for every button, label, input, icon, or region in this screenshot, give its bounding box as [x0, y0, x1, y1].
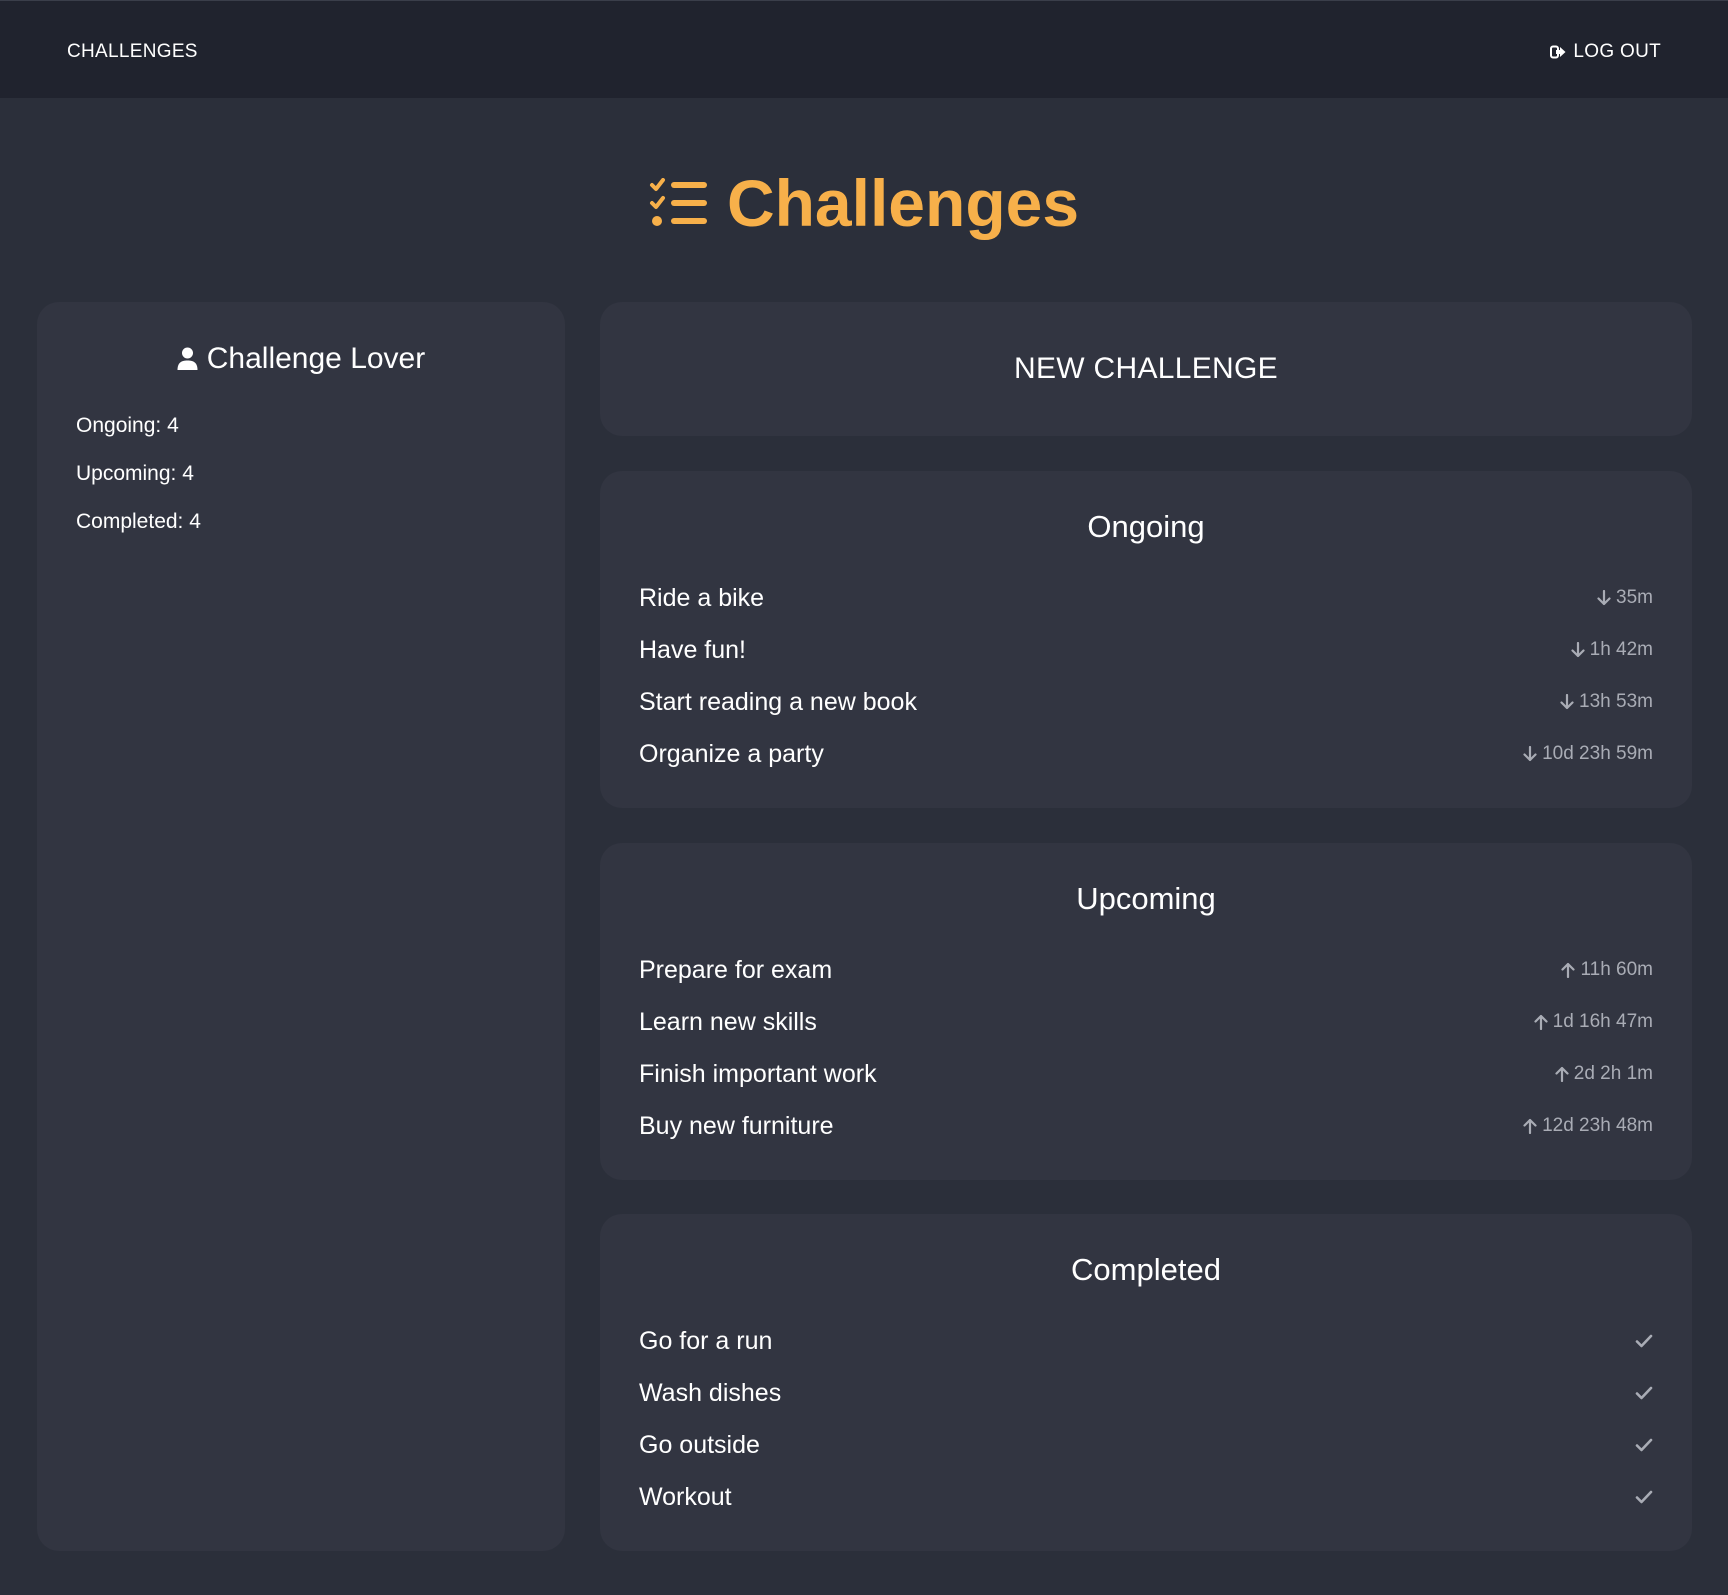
item-time-text: 13h 53m — [1579, 691, 1653, 712]
list-item[interactable]: Go for a run — [639, 1321, 1653, 1361]
item-time-text: 11h 60m — [1580, 959, 1653, 980]
page-title-text: Challenges — [726, 166, 1080, 240]
item-time: 1d 16h 47m — [1534, 1011, 1653, 1033]
item-time-text: 1d 16h 47m — [1552, 1011, 1653, 1032]
list-item[interactable]: Ride a bike 35m — [639, 578, 1653, 618]
arrow-up-icon — [1561, 962, 1576, 978]
item-label: Have fun! — [639, 635, 747, 664]
item-time-text: 35m — [1616, 587, 1653, 608]
arrow-down-icon — [1571, 642, 1585, 658]
new-challenge-button[interactable]: NEW CHALLENGE — [600, 302, 1692, 436]
completed-card: Completed Go for a run Wash dishes Go ou… — [600, 1214, 1692, 1551]
item-time: 12d 23h 48m — [1523, 1115, 1653, 1137]
list-item[interactable]: Organize a party 10d 23h 59m — [639, 734, 1653, 774]
profile-card: Challenge Lover Ongoing: 4 Upcoming: 4 C… — [37, 302, 565, 1551]
item-time-text: 10d 23h 59m — [1542, 743, 1653, 764]
item-time: 35m — [1597, 587, 1653, 609]
arrow-down-icon — [1523, 746, 1537, 762]
list-item[interactable]: Go outside — [639, 1425, 1653, 1465]
sign-out-icon — [1550, 45, 1566, 59]
item-label: Learn new skills — [639, 1007, 817, 1036]
item-time-text: 2d 2h 1m — [1573, 1063, 1653, 1084]
stat-ongoing: Ongoing: 4 — [76, 414, 179, 437]
stat-upcoming: Upcoming: 4 — [76, 462, 194, 485]
item-label: Buy new furniture — [639, 1111, 834, 1140]
logout-button[interactable]: LOG OUT — [1550, 41, 1661, 63]
page-title: Challenges — [0, 165, 1728, 241]
item-label: Ride a bike — [639, 583, 765, 612]
nav-brand-link[interactable]: CHALLENGES — [67, 41, 198, 63]
item-time-text: 12d 23h 48m — [1542, 1115, 1653, 1136]
item-label: Finish important work — [639, 1059, 877, 1088]
arrow-up-icon — [1555, 1066, 1569, 1082]
item-label: Prepare for exam — [639, 955, 833, 984]
item-label: Go outside — [639, 1430, 760, 1459]
check-icon — [1635, 1386, 1653, 1400]
item-time: 2d 2h 1m — [1555, 1063, 1653, 1085]
item-time-text: 1h 42m — [1589, 639, 1653, 660]
user-icon — [177, 347, 198, 370]
arrow-up-icon — [1534, 1014, 1548, 1030]
item-time: 1h 42m — [1571, 639, 1653, 661]
item-label: Workout — [639, 1482, 732, 1511]
logout-label: LOG OUT — [1573, 41, 1661, 62]
ongoing-card: Ongoing Ride a bike 35m Have fun! 1h 42m… — [600, 471, 1692, 808]
check-icon — [1635, 1438, 1653, 1452]
profile-name: Challenge Lover — [37, 342, 565, 376]
item-time: 13h 53m — [1560, 691, 1653, 713]
list-item[interactable]: Finish important work 2d 2h 1m — [639, 1054, 1653, 1094]
check-icon — [1635, 1334, 1653, 1348]
item-time: 11h 60m — [1561, 959, 1653, 981]
item-label: Organize a party — [639, 739, 824, 768]
list-item[interactable]: Have fun! 1h 42m — [639, 630, 1653, 670]
upcoming-card: Upcoming Prepare for exam 11h 60m Learn … — [600, 843, 1692, 1180]
arrow-down-icon — [1597, 590, 1611, 606]
item-label: Go for a run — [639, 1326, 773, 1355]
item-label: Wash dishes — [639, 1378, 782, 1407]
arrow-up-icon — [1523, 1118, 1537, 1134]
completed-title: Completed — [1071, 1252, 1221, 1287]
list-item[interactable]: Start reading a new book 13h 53m — [639, 682, 1653, 722]
check-icon — [1635, 1490, 1653, 1504]
profile-name-text: Challenge Lover — [206, 342, 426, 375]
list-item[interactable]: Wash dishes — [639, 1373, 1653, 1413]
arrow-down-icon — [1560, 694, 1574, 710]
list-item[interactable]: Prepare for exam 11h 60m — [639, 950, 1653, 990]
list-item[interactable]: Buy new furniture 12d 23h 48m — [639, 1106, 1653, 1146]
list-check-icon — [649, 178, 707, 226]
upcoming-title: Upcoming — [1076, 881, 1216, 916]
item-label: Start reading a new book — [639, 687, 917, 716]
navbar: CHALLENGES LOG OUT — [0, 0, 1728, 98]
stat-completed: Completed: 4 — [76, 510, 201, 533]
item-time: 10d 23h 59m — [1523, 743, 1653, 765]
list-item[interactable]: Learn new skills 1d 16h 47m — [639, 1002, 1653, 1042]
new-challenge-label: NEW CHALLENGE — [1014, 352, 1278, 385]
list-item[interactable]: Workout — [639, 1477, 1653, 1517]
ongoing-title: Ongoing — [1087, 509, 1205, 544]
